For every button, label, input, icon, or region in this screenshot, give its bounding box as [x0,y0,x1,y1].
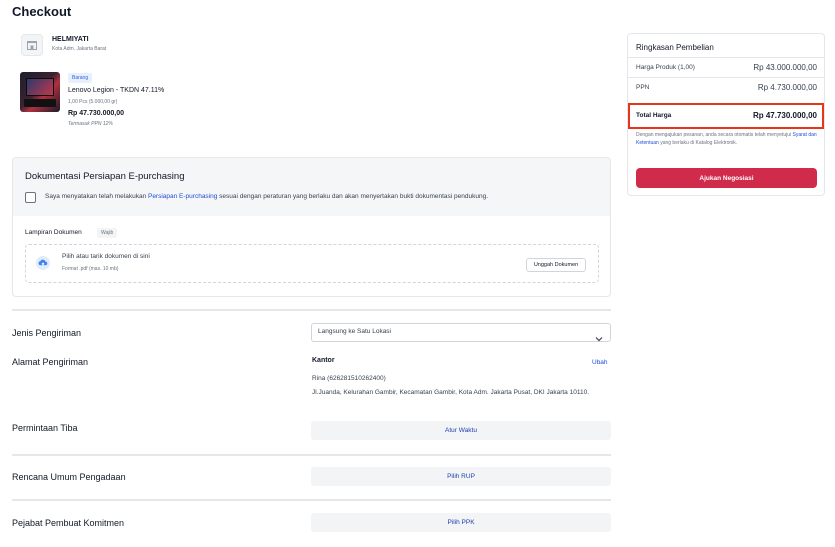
set-time-button[interactable]: Atur Waktu [311,421,611,440]
product-type-badge: Barang [68,73,93,83]
chevron-down-icon [595,329,603,342]
summary-title: Ringkasan Pembelian [636,43,714,52]
total-price-label: Total Harga [636,112,672,119]
dropzone-hint: Format .pdf (max. 10 mb) [62,266,119,272]
address-recipient: Rina (626281510262400) [312,375,386,382]
cloud-upload-icon [36,256,50,270]
shipping-type-label: Jenis Pengiriman [12,328,82,338]
terms-note: Dengan mengajukan pesanan, anda secara o… [636,132,817,146]
epurchasing-title: Dokumentasi Persiapan E-purchasing [25,171,185,182]
section-divider [12,454,611,456]
product-tax-note: Termasuk PPN 12% [68,121,113,127]
product-price-value: Rp 43.000.000,00 [753,63,817,72]
epurchasing-consent-text: Saya menyatakan telah melakukan Persiapa… [45,193,489,200]
total-price-value: Rp 47.730.000,00 [752,111,817,120]
arrival-request-label: Permintaan Tiba [12,423,78,433]
seller-name: HELMIYATI [52,36,89,43]
epurchasing-link[interactable]: Persiapan E-purchasing [148,193,217,200]
address-line: Jl.Juanda, Kelurahan Gambir, Kecamatan G… [312,389,589,396]
document-dropzone[interactable] [25,244,599,283]
ppn-label: PPN [636,84,650,91]
rup-label: Rencana Umum Pengadaan [12,472,126,482]
ppk-label: Pejabat Pembuat Komitmen [12,518,125,528]
section-divider [12,499,611,501]
shipping-type-value: Langsung ke Satu Lokasi [318,328,391,335]
shipping-address-label: Alamat Pengiriman [12,357,89,367]
dropzone-text: Pilih atau tarik dokumen di sini [62,253,150,260]
store-icon [21,34,43,56]
edit-address-link[interactable]: Ubah [592,359,608,366]
select-rup-button[interactable]: Pilih RUP [311,467,611,486]
attachment-label: Lampiran Dokumen [25,229,82,236]
product-image [20,72,60,112]
submit-negotiation-button[interactable]: Ajukan Negosiasi [636,168,817,188]
product-price: Rp 47.730.000,00 [68,110,125,117]
upload-document-button[interactable]: Unggah Dokumen [526,258,586,272]
product-price-label: Harga Produk (1,00) [636,64,695,71]
ppn-value: Rp 4.730.000,00 [757,83,817,92]
required-badge: Wajib [97,228,118,238]
product-quantity: 1,00 Pcs (5.000,00 gr) [68,99,118,105]
epurchasing-consent-checkbox[interactable] [25,192,36,203]
select-ppk-button[interactable]: Pilih PPK [311,513,611,532]
page-title: Checkout [12,4,72,19]
summary-divider [628,57,824,58]
address-name: Kantor [312,357,335,364]
seller-location: Kota Adm. Jakarta Barat [52,46,107,52]
section-divider [12,309,611,311]
product-name[interactable]: Lenovo Legion - TKDN 47.11% [68,87,164,94]
summary-divider [628,77,824,78]
